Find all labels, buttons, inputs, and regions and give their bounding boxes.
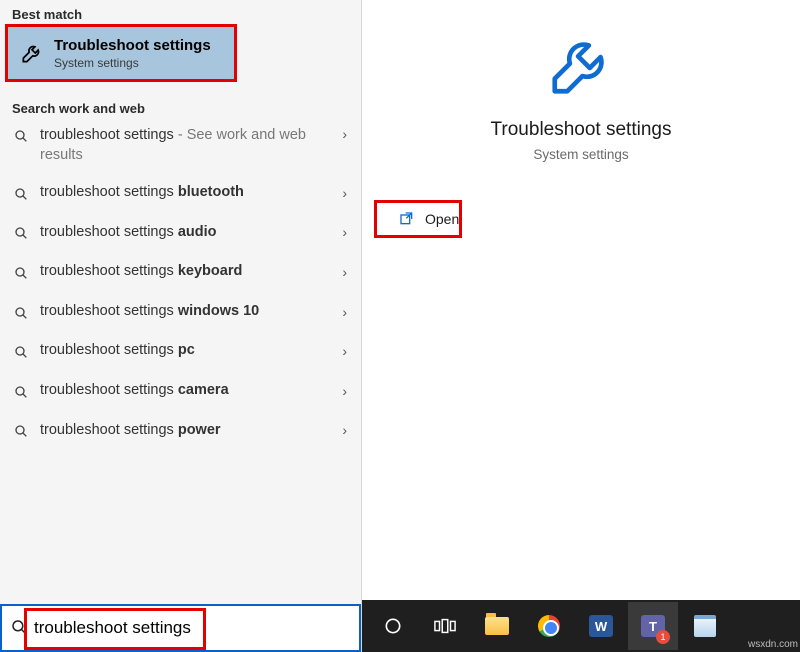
suggestion-item[interactable]: troubleshoot settings power › bbox=[0, 411, 361, 451]
chevron-right-icon: › bbox=[342, 383, 347, 399]
detail-subtitle: System settings bbox=[533, 147, 628, 162]
search-icon bbox=[10, 384, 32, 400]
open-action[interactable]: Open bbox=[374, 200, 462, 238]
suggestion-text: troubleshoot settings pc bbox=[40, 341, 336, 361]
notification-badge: 1 bbox=[656, 630, 670, 644]
suggestion-text: troubleshoot settings bluetooth bbox=[40, 183, 336, 203]
search-icon bbox=[10, 186, 32, 202]
wrench-icon bbox=[18, 39, 46, 67]
search-icon bbox=[10, 225, 32, 241]
chevron-right-icon: › bbox=[342, 126, 347, 142]
best-match-title: Troubleshoot settings bbox=[54, 37, 211, 54]
chevron-right-icon: › bbox=[342, 224, 347, 240]
chevron-right-icon: › bbox=[342, 304, 347, 320]
open-label: Open bbox=[425, 211, 459, 227]
search-icon bbox=[10, 344, 32, 360]
suggestion-item[interactable]: troubleshoot settings bluetooth › bbox=[0, 173, 361, 213]
cortana-icon[interactable] bbox=[368, 602, 418, 650]
suggestion-text: troubleshoot settings - See work and web… bbox=[40, 126, 336, 165]
chevron-right-icon: › bbox=[342, 185, 347, 201]
chevron-right-icon: › bbox=[342, 264, 347, 280]
file-explorer-icon[interactable] bbox=[472, 602, 522, 650]
suggestion-item[interactable]: troubleshoot settings windows 10 › bbox=[0, 292, 361, 332]
chevron-right-icon: › bbox=[342, 422, 347, 438]
suggestion-list: troubleshoot settings - See work and web… bbox=[0, 118, 361, 604]
suggestion-item[interactable]: troubleshoot settings camera › bbox=[0, 371, 361, 411]
wrench-icon bbox=[546, 30, 616, 103]
search-icon bbox=[10, 265, 32, 281]
suggestion-text: troubleshoot settings power bbox=[40, 421, 336, 441]
search-results-pane: Best match Troubleshoot settings System … bbox=[0, 0, 362, 652]
suggestion-item[interactable]: troubleshoot settings - See work and web… bbox=[0, 118, 361, 173]
search-input[interactable] bbox=[34, 618, 351, 638]
open-icon bbox=[399, 211, 415, 227]
search-web-label: Search work and web bbox=[0, 94, 361, 118]
detail-pane: Troubleshoot settings System settings Op… bbox=[362, 0, 800, 652]
best-match-subtitle: System settings bbox=[54, 56, 211, 70]
suggestion-text: troubleshoot settings audio bbox=[40, 223, 336, 243]
search-icon bbox=[10, 423, 32, 439]
chrome-icon[interactable] bbox=[524, 602, 574, 650]
search-icon bbox=[10, 618, 28, 639]
best-match-label: Best match bbox=[0, 0, 361, 24]
best-match-result[interactable]: Troubleshoot settings System settings bbox=[5, 24, 237, 82]
search-box[interactable] bbox=[0, 604, 361, 652]
teams-icon[interactable]: T 1 bbox=[628, 602, 678, 650]
suggestion-text: troubleshoot settings camera bbox=[40, 381, 336, 401]
search-icon bbox=[10, 128, 32, 144]
suggestion-item[interactable]: troubleshoot settings pc › bbox=[0, 331, 361, 371]
suggestion-text: troubleshoot settings windows 10 bbox=[40, 302, 336, 322]
notepad-icon[interactable] bbox=[680, 602, 730, 650]
taskbar: W T 1 bbox=[362, 600, 800, 652]
chevron-right-icon: › bbox=[342, 343, 347, 359]
search-icon bbox=[10, 305, 32, 321]
word-icon[interactable]: W bbox=[576, 602, 626, 650]
detail-title: Troubleshoot settings bbox=[491, 119, 672, 141]
suggestion-item[interactable]: troubleshoot settings audio › bbox=[0, 213, 361, 253]
suggestion-text: troubleshoot settings keyboard bbox=[40, 262, 336, 282]
task-view-icon[interactable] bbox=[420, 602, 470, 650]
suggestion-item[interactable]: troubleshoot settings keyboard › bbox=[0, 252, 361, 292]
watermark: wsxdn.com bbox=[748, 639, 798, 650]
